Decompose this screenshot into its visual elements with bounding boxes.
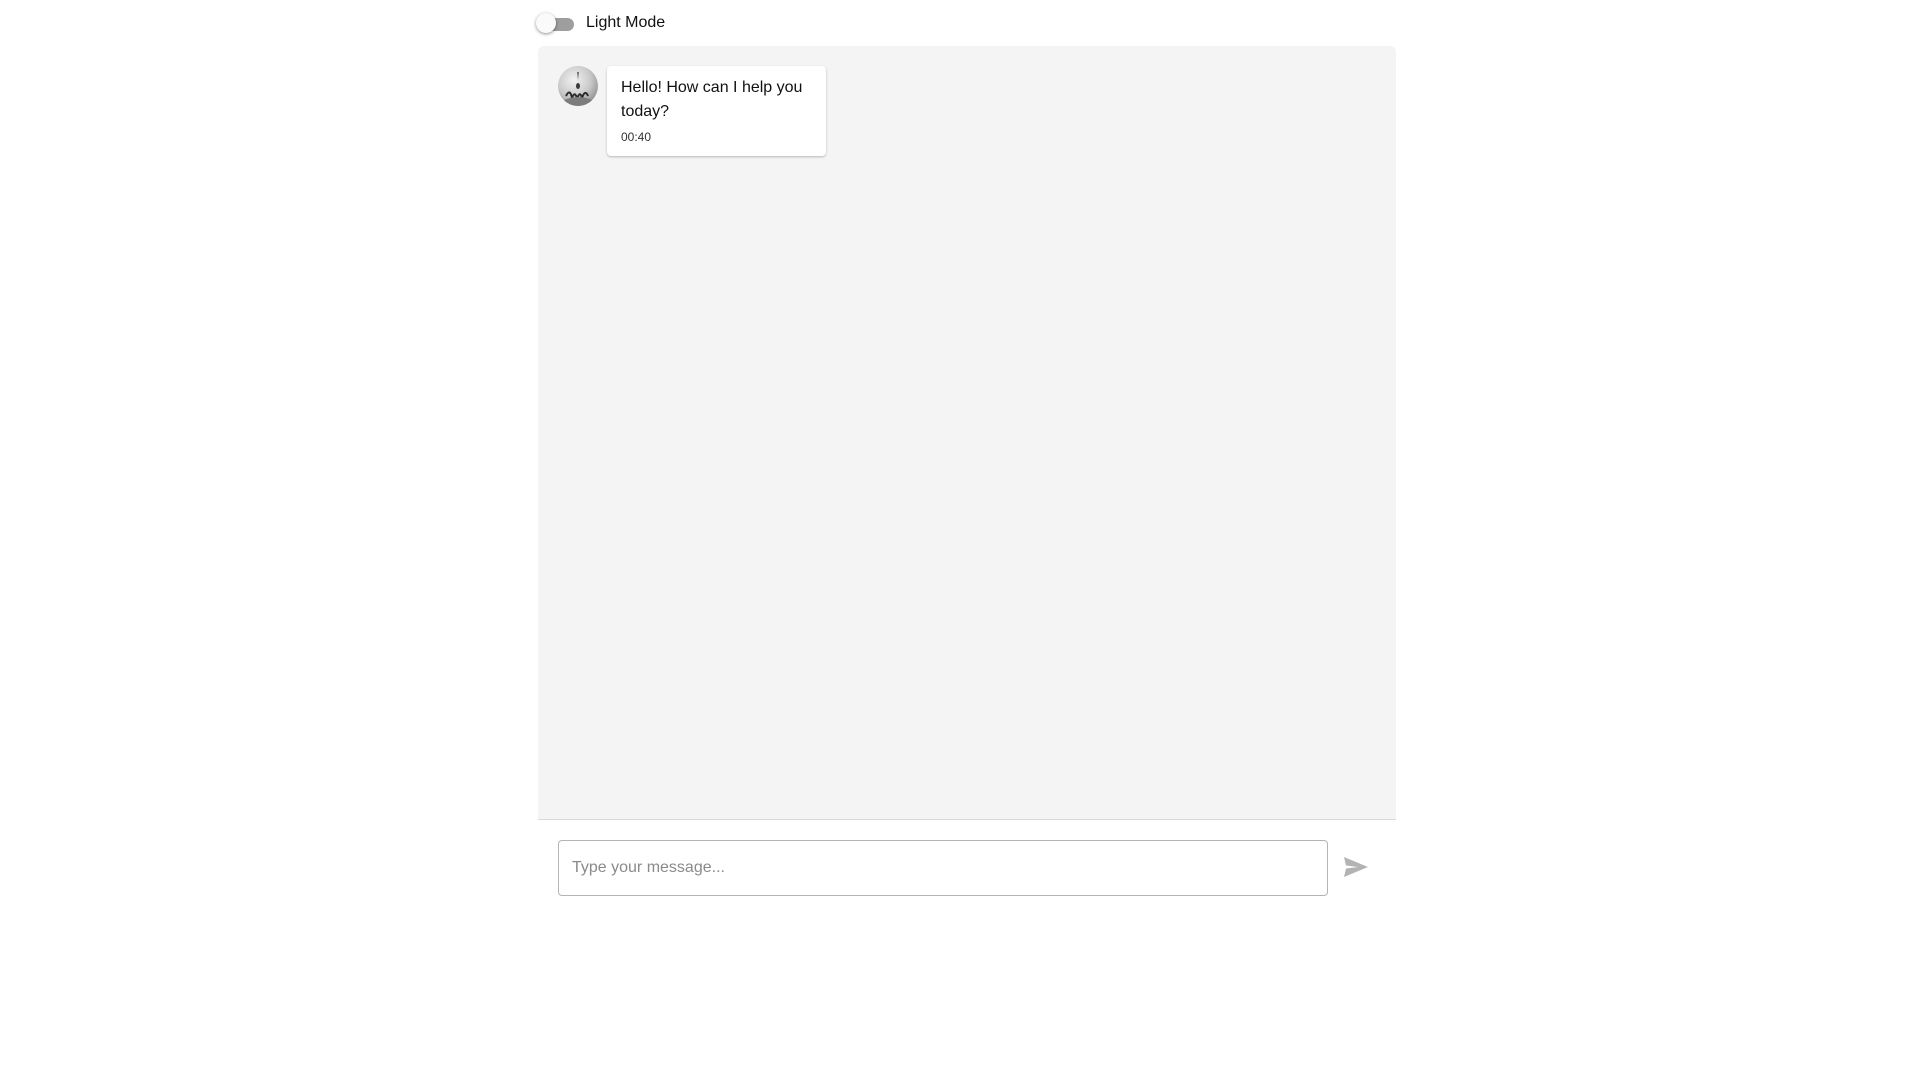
message-text: Hello! How can I help you today?: [621, 79, 803, 120]
chat-messages-panel[interactable]: Hello! How can I help you today? 00:40: [538, 46, 1396, 820]
theme-toggle[interactable]: [536, 13, 575, 33]
theme-toggle-label: Light Mode: [586, 14, 666, 31]
send-icon: [1343, 856, 1369, 881]
chat-app: Light Mode Hello! How can I help you tod…: [536, 0, 1396, 900]
message-timestamp: 00:40: [621, 130, 652, 144]
bot-message: Hello! How can I help you today? 00:40: [558, 66, 826, 156]
bot-avatar-icon: [558, 66, 598, 106]
message-bubble: Hello! How can I help you today? 00:40: [607, 66, 826, 156]
toggle-thumb: [536, 13, 556, 33]
top-bar: Light Mode: [536, 0, 1396, 46]
send-button[interactable]: [1340, 852, 1372, 884]
message-input[interactable]: [558, 840, 1328, 896]
message-composer: [538, 820, 1396, 900]
